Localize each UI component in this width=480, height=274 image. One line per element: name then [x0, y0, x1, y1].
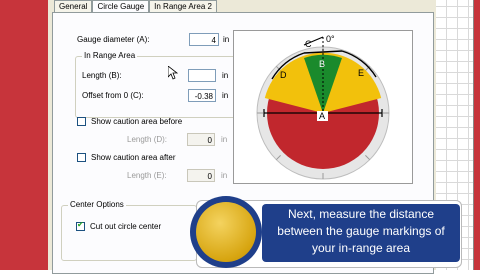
gauge-preview: 0° C B D E A	[233, 30, 413, 184]
offset-unit: in	[222, 91, 229, 100]
gauge-label-b: B	[319, 59, 325, 69]
length-e-unit: in	[221, 171, 228, 180]
length-d-unit: in	[221, 135, 228, 144]
tab-strip: General Circle Gauge In Range Area 2	[54, 0, 217, 13]
offset-label: Offset from 0 (C):	[82, 91, 144, 100]
gauge-zero-label: 0°	[326, 34, 335, 44]
mouse-pointer-icon	[168, 66, 178, 80]
center-options-group: Center Options Cut out circle center	[61, 200, 197, 261]
callout-text: Next, measure the distance between the g…	[277, 207, 445, 255]
background-red-edge	[474, 0, 480, 270]
show-caution-before-checkbox[interactable]	[77, 117, 86, 126]
gauge-label-d: D	[280, 70, 287, 80]
offset-input[interactable]: -0.38	[188, 89, 216, 102]
gauge-diagram: 0° C B D E A	[256, 34, 390, 180]
length-b-label: Length (B):	[82, 71, 122, 80]
in-range-area-title: In Range Area	[82, 51, 138, 60]
length-d-input[interactable]: 0	[187, 133, 215, 146]
gauge-diameter-label: Gauge diameter (A):	[77, 35, 150, 44]
gauge-label-c: C	[305, 39, 312, 49]
show-caution-after-checkbox[interactable]	[77, 153, 86, 162]
gauge-label-a: A	[319, 111, 325, 121]
center-options-title: Center Options	[68, 200, 126, 209]
background-red-strip	[0, 0, 48, 270]
cut-out-center-label[interactable]: Cut out circle center	[90, 222, 161, 231]
gauge-label-e: E	[358, 68, 364, 78]
callout-badge-icon	[190, 196, 262, 268]
dialog-right-edge	[473, 0, 474, 270]
gauge-diameter-input[interactable]: 4	[189, 33, 219, 46]
length-d-label: Length (D):	[127, 135, 168, 144]
gauge-diameter-unit: in	[223, 35, 230, 44]
length-e-label: Length (E):	[127, 171, 167, 180]
length-b-unit: in	[222, 71, 229, 80]
show-caution-before-label[interactable]: Show caution area before	[91, 117, 182, 126]
in-range-area-group: In Range Area Length (B): in Offset from…	[75, 51, 239, 118]
length-b-input[interactable]	[188, 69, 216, 82]
cut-out-center-checkbox[interactable]	[76, 220, 85, 231]
tab-general[interactable]: General	[54, 0, 93, 12]
tab-in-range-area-2[interactable]: In Range Area 2	[149, 0, 217, 12]
show-caution-after-label[interactable]: Show caution area after	[91, 153, 176, 162]
length-e-input[interactable]: 0	[187, 169, 215, 182]
